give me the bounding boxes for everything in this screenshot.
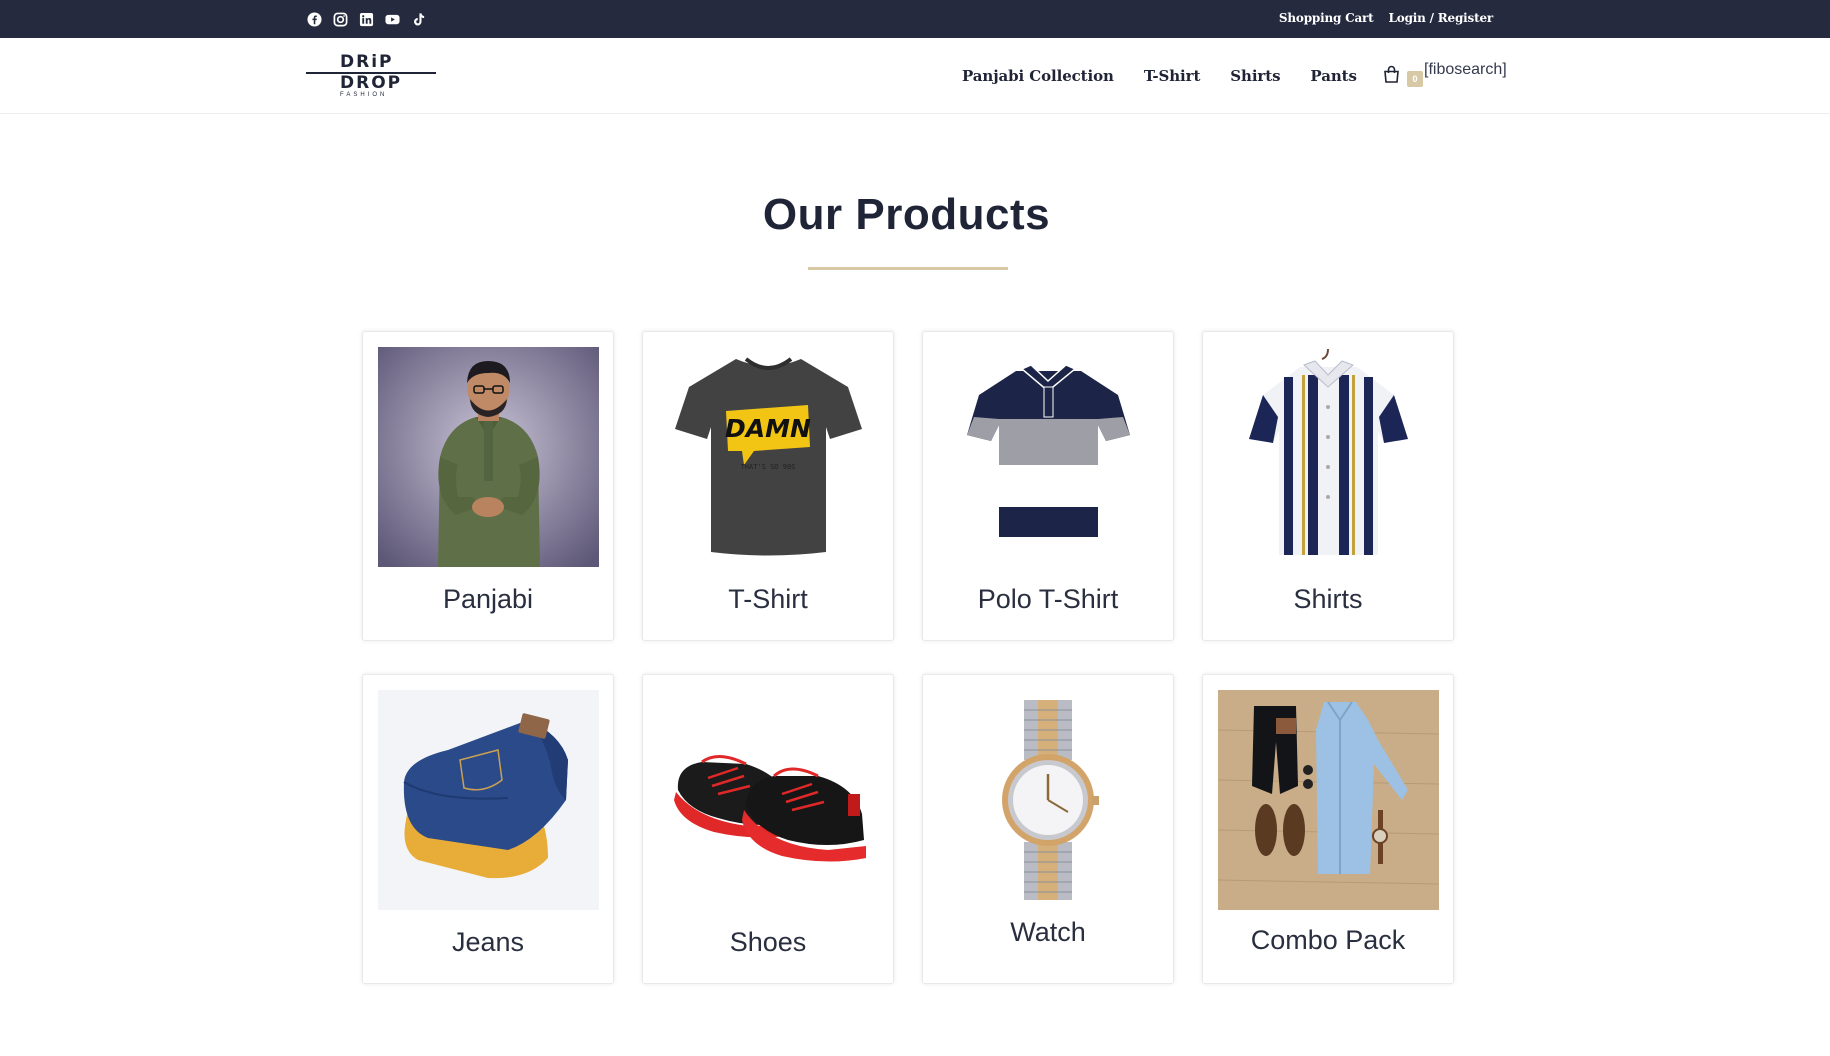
product-label[interactable]: Shoes: [643, 927, 893, 958]
product-label[interactable]: Jeans: [363, 927, 613, 958]
section-title: Our Products: [762, 190, 1051, 239]
combo-pack-image[interactable]: [1218, 690, 1439, 910]
shirts-image[interactable]: [1218, 347, 1439, 567]
cart-count-badge: 0: [1407, 71, 1423, 87]
product-card-t-shirt[interactable]: DAMN THAT'S SO 90S T-Shirt: [642, 331, 894, 641]
nav-t-shirt[interactable]: T-Shirt: [1144, 67, 1201, 85]
product-card-jeans[interactable]: Jeans: [362, 674, 614, 984]
product-card-panjabi[interactable]: Panjabi: [362, 331, 614, 641]
social-links: [306, 11, 426, 27]
account-links: Shopping Cart Login / Register: [1279, 11, 1493, 25]
cart-bag-icon[interactable]: [1383, 65, 1403, 85]
logo-word-drip: DRiP: [338, 52, 396, 72]
watch-image[interactable]: [938, 690, 1159, 910]
product-label[interactable]: T-Shirt: [643, 584, 893, 615]
logo-word-fashion: FASHION: [340, 92, 388, 98]
title-underline: [808, 267, 1008, 270]
polo-t-shirt-image[interactable]: [938, 347, 1159, 567]
top-bar: Shopping Cart Login / Register: [0, 0, 1830, 38]
product-label[interactable]: Panjabi: [363, 584, 613, 615]
product-card-shirts[interactable]: Shirts: [1202, 331, 1454, 641]
linkedin-icon[interactable]: [358, 11, 374, 27]
product-card-watch[interactable]: Watch: [922, 674, 1174, 984]
youtube-icon[interactable]: [384, 11, 400, 27]
panjabi-image[interactable]: [378, 347, 599, 567]
login-register-link[interactable]: Login / Register: [1389, 11, 1494, 25]
product-label[interactable]: Watch: [923, 917, 1173, 948]
nav-panjabi-collection[interactable]: Panjabi Collection: [962, 67, 1114, 85]
product-label[interactable]: Polo T-Shirt: [923, 584, 1173, 615]
jeans-image[interactable]: [378, 690, 599, 910]
product-card-polo-t-shirt[interactable]: Polo T-Shirt: [922, 331, 1174, 641]
site-logo[interactable]: DRiP DROP FASHION: [306, 50, 438, 100]
shopping-cart-link[interactable]: Shopping Cart: [1279, 11, 1374, 25]
main-nav: Panjabi Collection T-Shirt Shirts Pants: [962, 67, 1387, 85]
facebook-icon[interactable]: [306, 11, 322, 27]
t-shirt-print-subtext: THAT'S SO 90S: [741, 463, 796, 471]
product-label[interactable]: Shirts: [1203, 584, 1453, 615]
search-shortcode-text: [fibosearch]: [1424, 61, 1507, 78]
tiktok-icon[interactable]: [410, 11, 426, 27]
t-shirt-image[interactable]: DAMN THAT'S SO 90S: [658, 347, 879, 567]
nav-pants[interactable]: Pants: [1310, 67, 1356, 85]
nav-shirts[interactable]: Shirts: [1230, 67, 1280, 85]
product-label[interactable]: Combo Pack: [1203, 925, 1453, 956]
t-shirt-print-text: DAMN: [725, 414, 811, 443]
site-header: DRiP DROP FASHION Panjabi Collection T-S…: [0, 38, 1830, 114]
shoes-image[interactable]: [658, 690, 879, 910]
product-card-combo-pack[interactable]: Combo Pack: [1202, 674, 1454, 984]
product-card-shoes[interactable]: Shoes: [642, 674, 894, 984]
instagram-icon[interactable]: [332, 11, 348, 27]
logo-word-drop: DROP: [338, 73, 405, 93]
